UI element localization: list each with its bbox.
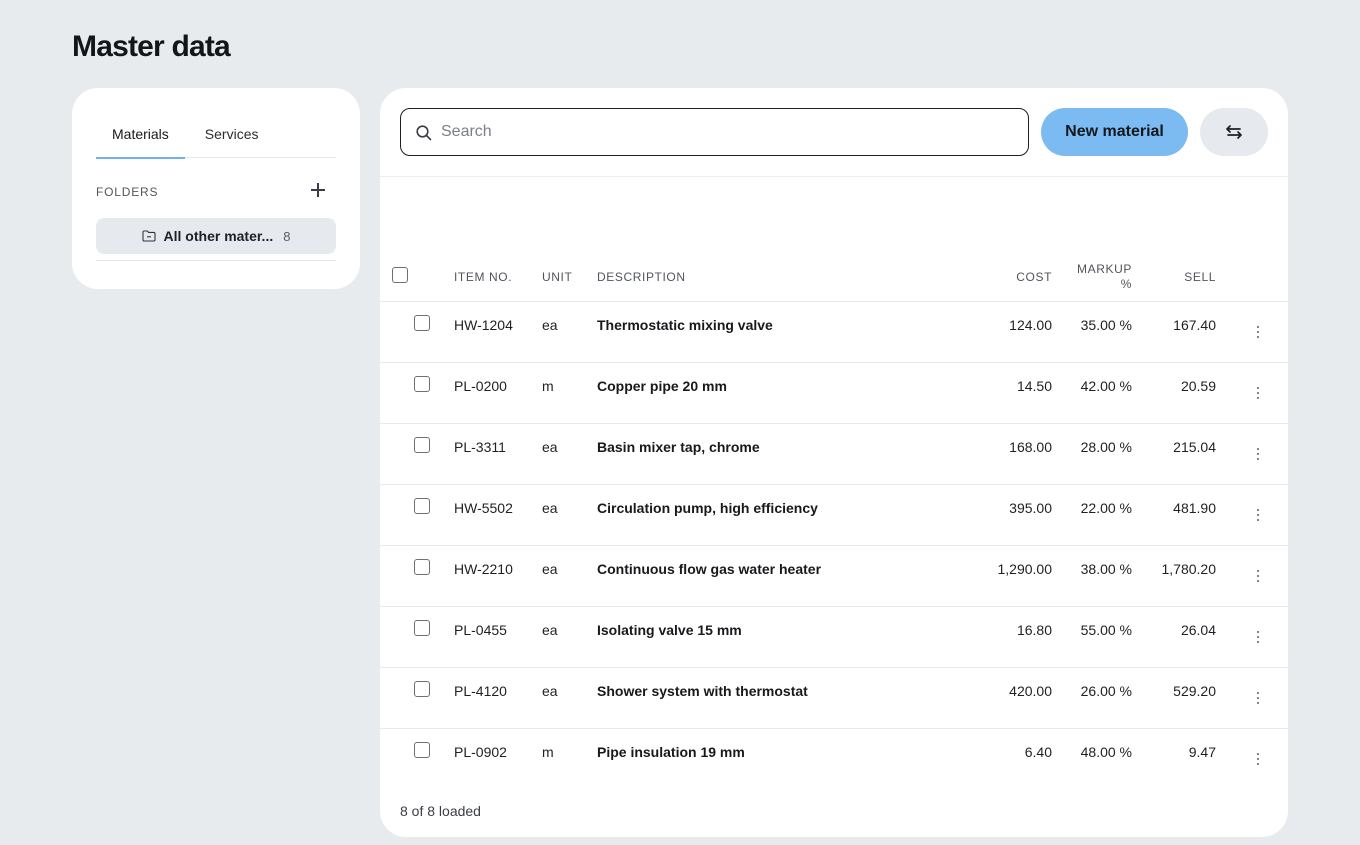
cell-sell: 215.04 (1173, 439, 1216, 455)
row-checkbox[interactable] (414, 498, 430, 514)
more-vertical-icon[interactable] (1248, 750, 1268, 768)
more-vertical-icon[interactable] (1248, 628, 1268, 646)
cell-description: Isolating valve 15 mm (597, 622, 742, 638)
search-field[interactable] (400, 108, 1029, 156)
search-input[interactable] (441, 109, 1011, 155)
cell-unit: m (542, 744, 554, 760)
folder-name: All other mater... (163, 228, 274, 244)
table-row[interactable]: HW-1204 ea Thermostatic mixing valve 124.00… (380, 302, 1288, 363)
more-vertical-icon[interactable] (1248, 384, 1268, 402)
folder-count: 8 (283, 228, 291, 244)
cell-sell: 529.20 (1173, 683, 1216, 699)
cell-description: Circulation pump, high efficiency (597, 500, 818, 516)
cell-unit: ea (542, 561, 558, 577)
more-vertical-icon[interactable] (1248, 445, 1268, 463)
cell-item-no: PL-0455 (454, 622, 507, 638)
header-cost[interactable]: COST (952, 270, 1052, 284)
row-checkbox[interactable] (414, 681, 430, 697)
cell-sell: 1,780.20 (1161, 561, 1217, 577)
cell-item-no: PL-4120 (454, 683, 507, 699)
row-checkbox[interactable] (414, 376, 430, 392)
add-folder-icon[interactable] (308, 180, 328, 200)
sidebar-tabs: Materials Services (96, 112, 336, 159)
more-vertical-icon[interactable] (1248, 689, 1268, 707)
cell-description: Shower system with thermostat (597, 683, 808, 699)
sidebar-panel: Materials Services FOLDERS All other mat… (72, 88, 360, 289)
table-row[interactable]: PL-0455 ea Isolating valve 15 mm 16.80 55.00… (380, 607, 1288, 668)
cell-sell: 9.47 (1188, 744, 1216, 760)
cell-unit: ea (542, 500, 558, 516)
table-row[interactable]: PL-4120 ea Shower system with thermostat 42… (380, 668, 1288, 729)
tab-services[interactable]: Services (185, 112, 275, 158)
new-material-button[interactable]: New material (1041, 108, 1188, 156)
cell-sell: 26.04 (1180, 622, 1216, 638)
cell-unit: ea (542, 317, 558, 333)
table-row[interactable]: PL-0200 m Copper pipe 20 mm 14.50 42.00 % 20.… (380, 363, 1288, 424)
cell-item-no: PL-3311 (454, 439, 506, 455)
tab-materials[interactable]: Materials (96, 112, 185, 159)
row-checkbox[interactable] (414, 315, 430, 331)
cell-unit: ea (542, 622, 558, 638)
cell-unit: ea (542, 683, 558, 699)
cell-item-no: HW-5502 (454, 500, 513, 516)
search-icon (416, 125, 432, 141)
folder-icon (141, 230, 156, 242)
select-all-checkbox[interactable] (392, 267, 408, 283)
cell-item-no: HW-1204 (454, 317, 513, 333)
row-checkbox[interactable] (414, 559, 430, 575)
header-description[interactable]: DESCRIPTION (597, 270, 686, 284)
cell-item-no: PL-0902 (454, 744, 507, 760)
cell-sell: 20.59 (1180, 378, 1216, 394)
cell-item-no: PL-0200 (454, 378, 507, 394)
page-title: Master data (72, 30, 231, 63)
more-vertical-icon[interactable] (1248, 506, 1268, 524)
load-status: 8 of 8 loaded (400, 803, 481, 819)
row-checkbox[interactable] (414, 742, 430, 758)
row-checkbox[interactable] (414, 437, 430, 453)
table-row[interactable]: HW-5502 ea Circulation pump, high efficien… (380, 485, 1288, 546)
cell-description: Pipe insulation 19 mm (597, 744, 745, 760)
materials-panel: New material ITEM NO. UNIT DESCRIPTION C… (380, 88, 1288, 837)
cell-description: Continuous flow gas water heater (597, 561, 822, 577)
header-unit[interactable]: UNIT (542, 270, 572, 284)
swap-button[interactable] (1200, 108, 1268, 156)
sidebar-divider (96, 260, 336, 261)
folders-label: FOLDERS (96, 185, 159, 199)
more-vertical-icon[interactable] (1248, 323, 1268, 341)
cell-description: Copper pipe 20 mm (597, 378, 727, 394)
table-row[interactable]: HW-2210 ea Continuous flow gas water heate… (380, 546, 1288, 607)
table-row[interactable]: PL-3311 ea Basin mixer tap, chrome 168.00 28… (380, 424, 1288, 485)
cell-unit: m (542, 378, 554, 394)
cell-description: Thermostatic mixing valve (597, 317, 773, 333)
toolbar-divider (380, 176, 1288, 177)
more-vertical-icon[interactable] (1248, 567, 1268, 585)
row-checkbox[interactable] (414, 620, 430, 636)
cell-description: Basin mixer tap, chrome (597, 439, 760, 455)
table-header: ITEM NO. UNIT DESCRIPTION COST MARKUP % … (380, 248, 1288, 302)
folder-item-all-other[interactable]: All other mater... 8 (96, 218, 336, 254)
cell-unit: ea (542, 439, 558, 455)
header-sell[interactable]: SELL (1116, 270, 1216, 284)
header-item-no[interactable]: ITEM NO. (454, 270, 512, 284)
table-row[interactable]: PL-0902 m Pipe insulation 19 mm 6.40 48.00 %… (380, 729, 1288, 790)
swap-arrows-icon (1226, 125, 1242, 139)
cell-item-no: HW-2210 (454, 561, 513, 577)
cell-sell: 167.40 (1173, 317, 1216, 333)
cell-sell: 481.90 (1173, 500, 1216, 516)
